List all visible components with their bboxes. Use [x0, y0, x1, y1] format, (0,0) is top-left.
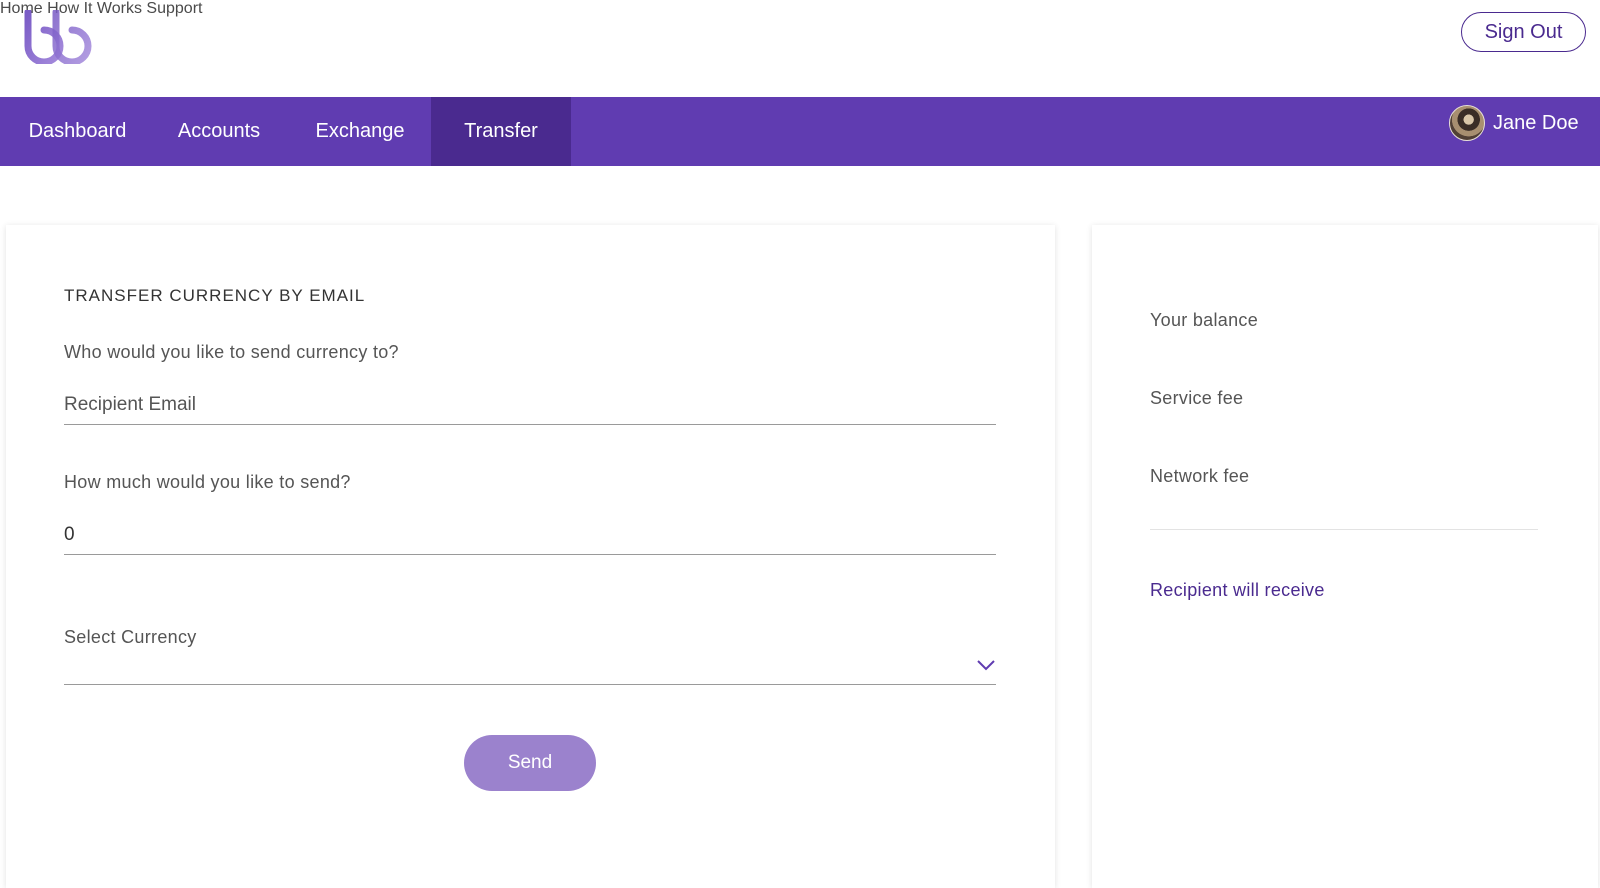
tab-accounts[interactable]: Accounts	[155, 97, 283, 166]
user-menu[interactable]: Jane Doe	[1449, 105, 1579, 141]
transfer-summary-panel: Your balance Service fee Network fee Rec…	[1092, 225, 1598, 888]
summary-divider	[1150, 529, 1538, 530]
tab-accounts-label: Accounts	[177, 120, 261, 142]
nav-link-support[interactable]: Support	[146, 0, 202, 17]
avatar	[1449, 105, 1485, 141]
balance-label: Your balance	[1150, 310, 1259, 330]
currency-select-label: Select Currency	[64, 627, 197, 647]
sign-out-button[interactable]: Sign Out	[1461, 12, 1586, 52]
bb-logo[interactable]	[22, 10, 96, 64]
currency-select[interactable]: Select Currency	[64, 625, 996, 685]
tab-transfer[interactable]: Transfer	[431, 97, 571, 166]
tab-exchange[interactable]: Exchange	[300, 97, 420, 166]
top-header: Home How It Works Support Sign Out	[0, 0, 1600, 97]
tab-transfer-label: Transfer	[464, 120, 538, 142]
network-fee-label: Network fee	[1150, 466, 1250, 486]
send-button[interactable]: Send	[464, 735, 596, 791]
amount-input[interactable]	[64, 515, 996, 555]
recipient-question: Who would you like to send currency to?	[64, 342, 399, 362]
tab-dashboard-label: Dashboard	[28, 120, 127, 142]
chevron-down-icon	[977, 660, 995, 671]
user-name: Jane Doe	[1493, 111, 1579, 134]
page-title: TRANSFER CURRENCY BY EMAIL	[64, 286, 366, 305]
main-nav: Dashboard Accounts Exchange Transfer Jan…	[0, 97, 1600, 166]
tab-exchange-label: Exchange	[315, 120, 405, 142]
service-fee-label: Service fee	[1150, 388, 1244, 408]
recipient-receive-label: Recipient will receive	[1150, 580, 1325, 600]
amount-question: How much would you like to send?	[64, 472, 351, 492]
transfer-form-panel: TRANSFER CURRENCY BY EMAIL Who would you…	[6, 225, 1055, 888]
tab-dashboard[interactable]: Dashboard	[0, 97, 155, 166]
recipient-email-input[interactable]	[64, 385, 996, 425]
